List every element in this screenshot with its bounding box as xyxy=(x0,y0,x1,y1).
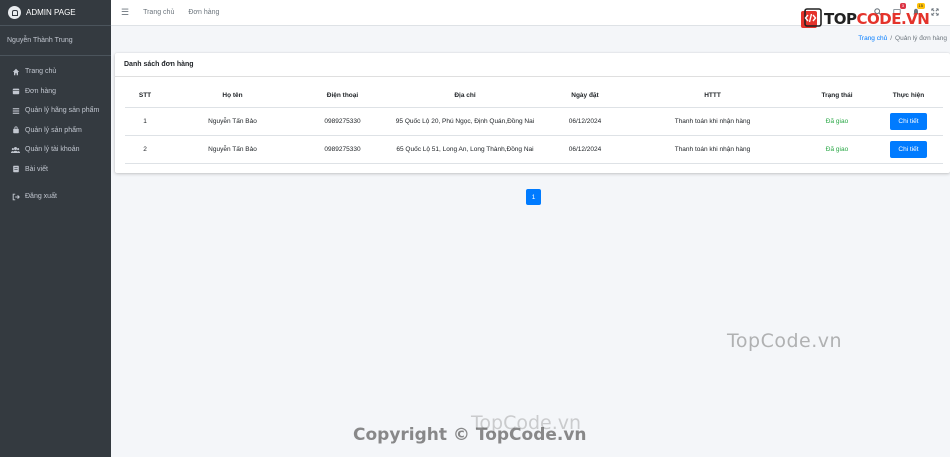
sidebar-nav: Trang chủ Đơn hàng Quản lý hãng sản phẩm… xyxy=(0,56,111,207)
brand-link[interactable]: ADMIN PAGE xyxy=(0,0,111,26)
logout-icon xyxy=(11,192,20,201)
doc-icon xyxy=(11,165,20,174)
cell-status: Đã giao xyxy=(800,107,874,136)
table-header-row: STT Họ tên Điện thoại Địa chỉ Ngày đặt H… xyxy=(125,85,943,108)
sidebar-item-brands[interactable]: Quản lý hãng sản phẩm xyxy=(0,101,111,121)
sidebar-item-label: Quản lý sản phẩm xyxy=(25,126,82,134)
bag-icon xyxy=(11,126,20,135)
topcode-logo-icon xyxy=(800,8,822,30)
sidebar-item-label: Bài viết xyxy=(25,165,48,173)
cell-payment: Thanh toán khi nhận hàng xyxy=(625,135,800,164)
user-name: Nguyễn Thành Trung xyxy=(7,37,73,44)
brand-text: ADMIN PAGE xyxy=(26,8,76,17)
cell-status: Đã giao xyxy=(800,135,874,164)
cell-date: 06/12/2024 xyxy=(545,135,625,164)
sidebar-item-orders[interactable]: Đơn hàng xyxy=(0,82,111,102)
sidebar-item-label: Quản lý tài khoản xyxy=(25,146,80,154)
cell-phone: 0989275330 xyxy=(300,107,385,136)
cell-name: Nguyễn Tấn Bảo xyxy=(165,135,300,164)
expand-icon[interactable] xyxy=(931,8,939,18)
col-stt: STT xyxy=(125,85,165,108)
menu-toggle-icon[interactable]: ☰ xyxy=(121,7,129,18)
breadcrumb-current: Quản lý đơn hàng xyxy=(895,35,947,42)
cell-name: Nguyễn Tấn Bảo xyxy=(165,107,300,136)
table-row: 1 Nguyễn Tấn Bảo 0989275330 95 Quốc Lộ 2… xyxy=(125,107,943,136)
col-status: Trạng thái xyxy=(800,85,874,108)
watermark-topcode: TopCode.vn xyxy=(727,330,843,352)
breadcrumb-home[interactable]: Trang chủ xyxy=(858,35,887,42)
col-address: Địa chỉ xyxy=(385,85,545,108)
col-action: Thực hiện xyxy=(874,85,943,108)
users-icon xyxy=(11,145,20,154)
cell-stt: 1 xyxy=(125,107,165,136)
card-title: Danh sách đơn hàng xyxy=(115,53,950,77)
col-phone: Điện thoại xyxy=(300,85,385,108)
breadcrumb: Trang chủ / Quản lý đơn hàng xyxy=(858,35,947,42)
nav-gap xyxy=(0,179,111,187)
cell-action: Chi tiết xyxy=(874,107,943,136)
cell-address: 95 Quốc Lộ 20, Phú Ngọc, Định Quán,Đồng … xyxy=(385,107,545,136)
sidebar-item-products[interactable]: Quản lý sản phẩm xyxy=(0,121,111,141)
sidebar-item-label: Đăng xuất xyxy=(25,193,57,201)
sidebar-item-accounts[interactable]: Quản lý tài khoản xyxy=(0,140,111,160)
sidebar-item-posts[interactable]: Bài viết xyxy=(0,160,111,180)
sidebar-item-label: Đơn hàng xyxy=(25,87,57,95)
cell-phone: 0989275330 xyxy=(300,135,385,164)
breadcrumb-separator: / xyxy=(890,35,893,42)
cell-action: Chi tiết xyxy=(874,135,943,164)
sidebar-item-label: Quản lý hãng sản phẩm xyxy=(25,107,100,115)
detail-button[interactable]: Chi tiết xyxy=(890,140,927,158)
cell-date: 06/12/2024 xyxy=(545,107,625,136)
detail-button[interactable]: Chi tiết xyxy=(890,112,927,130)
topcode-logo: TOPCODE.VN xyxy=(800,8,930,30)
pagination-page-1[interactable]: 1 xyxy=(526,189,541,205)
cell-payment: Thanh toán khi nhận hàng xyxy=(625,107,800,136)
list-icon xyxy=(11,106,20,115)
sidebar: ADMIN PAGE Nguyễn Thành Trung Trang chủ … xyxy=(0,0,111,457)
user-panel[interactable]: Nguyễn Thành Trung xyxy=(0,26,111,56)
orders-card: Danh sách đơn hàng STT Họ tên Điện thoại… xyxy=(115,53,950,173)
box-icon xyxy=(11,87,20,96)
home-icon xyxy=(11,67,20,76)
sidebar-item-home[interactable]: Trang chủ xyxy=(0,62,111,82)
table-row: 2 Nguyễn Tấn Bảo 0989275330 65 Quốc Lộ 5… xyxy=(125,135,943,164)
sidebar-item-logout[interactable]: Đăng xuất xyxy=(0,187,111,207)
top-link-orders[interactable]: Đơn hàng xyxy=(188,9,219,16)
col-payment: HTTT xyxy=(625,85,800,108)
logo-part1: TOP xyxy=(824,10,857,28)
cell-stt: 2 xyxy=(125,135,165,164)
brand-logo-icon xyxy=(8,6,21,19)
sidebar-item-label: Trang chủ xyxy=(25,68,57,76)
cell-address: 65 Quốc Lộ 51, Long An, Long Thành,Đồng … xyxy=(385,135,545,164)
logo-part2: CODE.VN xyxy=(856,10,930,28)
top-link-home[interactable]: Trang chủ xyxy=(143,9,174,16)
watermark-copyright: Copyright © TopCode.vn xyxy=(353,425,587,445)
col-name: Họ tên xyxy=(165,85,300,108)
orders-table: STT Họ tên Điện thoại Địa chỉ Ngày đặt H… xyxy=(125,85,943,164)
topcode-logo-text: TOPCODE.VN xyxy=(824,10,930,28)
col-date: Ngày đặt xyxy=(545,85,625,108)
